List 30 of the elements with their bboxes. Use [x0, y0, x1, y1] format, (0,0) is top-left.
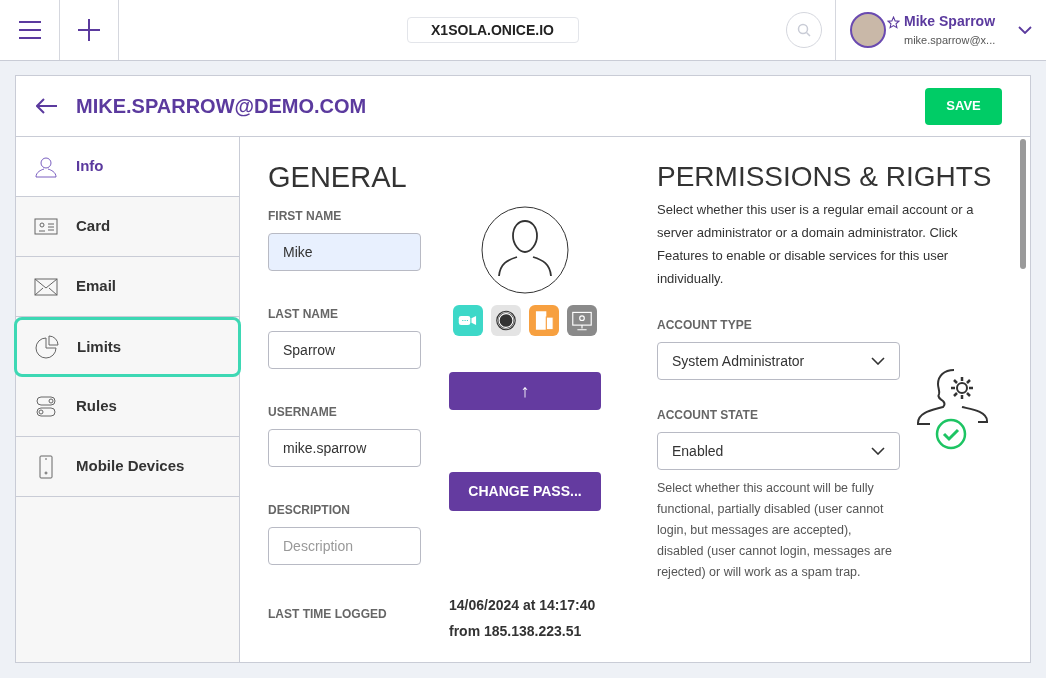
- field-label: DESCRIPTION: [268, 502, 351, 519]
- text-field[interactable]: mike.sparrow: [268, 429, 421, 467]
- sidebar-item[interactable]: Card: [16, 197, 239, 257]
- section-title: GENERAL: [268, 160, 408, 195]
- sidebar-item[interactable]: Mobile Devices: [16, 437, 239, 497]
- user-name: Mike Sparrow: [904, 12, 996, 32]
- help-text: Select whether this account will be fully functional, partially disabled (user cannot login, but messages are accepted), disabled (user cannot login, messages are rejected) or will work as a spam trap.: [657, 480, 893, 581]
- text-field[interactable]: Mike: [268, 233, 421, 271]
- last-login-text: 14/06/2024 at 14:17:40: [449, 596, 596, 615]
- dropdown[interactable]: System Administrator: [657, 342, 900, 380]
- text-field[interactable]: Sparrow: [268, 331, 421, 369]
- field-label: ACCOUNT TYPE: [657, 317, 753, 334]
- field-label: FIRST NAME: [268, 208, 343, 225]
- sidebar-item[interactable]: Info: [16, 137, 239, 197]
- section-title: PERMISSIONS & RIGHTS: [657, 160, 993, 194]
- domain-label: X1SOLA.ONICE.IO: [406, 17, 579, 43]
- sidebar-item[interactable]: Limits: [14, 317, 241, 377]
- user-email: mike.sparrow@x...: [904, 33, 996, 49]
- intro-text: Select whether this user is a regular email account or a server administrator or a domain administrator. Click Features to enable or disable services for this user individually.: [657, 201, 975, 288]
- text-field[interactable]: Description: [268, 527, 421, 565]
- page-title: MIKE.SPARROW@DEMO.COM: [76, 94, 367, 119]
- change-password-button[interactable]: CHANGE PASS...: [449, 472, 601, 511]
- field-label: USERNAME: [268, 404, 338, 421]
- upload-button[interactable]: ↑: [449, 372, 601, 410]
- field-label: ACCOUNT STATE: [657, 407, 759, 424]
- field-label: LAST NAME: [268, 306, 339, 323]
- last-login-text: from 185.138.223.51: [449, 622, 583, 641]
- dropdown[interactable]: Enabled: [657, 432, 900, 470]
- sidebar-item[interactable]: Rules: [16, 377, 239, 437]
- field-label: LAST TIME LOGGED: [268, 606, 388, 623]
